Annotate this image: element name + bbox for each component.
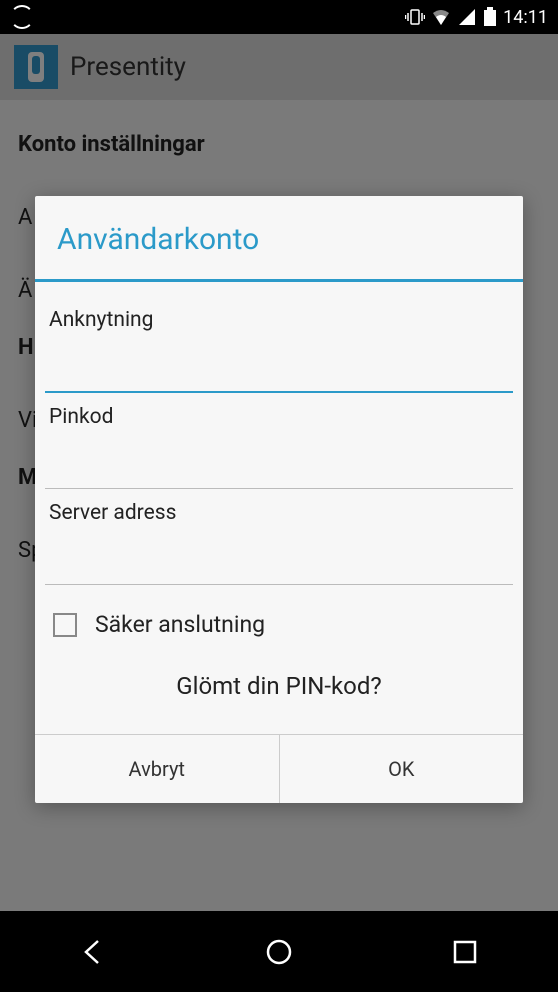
back-icon[interactable] (78, 937, 108, 967)
status-time: 14:11 (503, 7, 548, 28)
sync-icon (10, 5, 34, 29)
secure-checkbox[interactable] (53, 613, 77, 637)
status-left (10, 5, 34, 29)
extension-label: Anknytning (45, 308, 513, 332)
status-right: 14:11 (405, 7, 548, 28)
server-label: Server adress (45, 501, 513, 525)
user-account-dialog: Användarkonto Anknytning Pinkod Server a… (35, 196, 523, 803)
signal-icon (457, 7, 477, 27)
dialog-body: Anknytning Pinkod Server adress Säker an… (35, 282, 523, 734)
vibrate-icon (405, 7, 425, 27)
dialog-title: Användarkonto (35, 196, 523, 282)
server-input[interactable] (45, 549, 513, 585)
battery-icon (483, 7, 497, 27)
recent-icon[interactable] (450, 937, 480, 967)
nav-bar (0, 911, 558, 992)
wifi-icon (431, 7, 451, 27)
ok-button[interactable]: OK (280, 735, 524, 803)
secure-label: Säker anslutning (95, 611, 265, 638)
dialog-buttons: Avbryt OK (35, 734, 523, 803)
forgot-pin-link[interactable]: Glömt din PIN-kod? (45, 658, 513, 724)
pin-input[interactable] (45, 453, 513, 489)
secure-connection-row[interactable]: Säker anslutning (45, 585, 513, 658)
home-icon[interactable] (264, 937, 294, 967)
cancel-button[interactable]: Avbryt (35, 735, 280, 803)
modal-overlay: Användarkonto Anknytning Pinkod Server a… (0, 34, 558, 911)
pin-label: Pinkod (45, 405, 513, 429)
status-bar: 14:11 (0, 0, 558, 34)
extension-input[interactable] (45, 356, 513, 393)
